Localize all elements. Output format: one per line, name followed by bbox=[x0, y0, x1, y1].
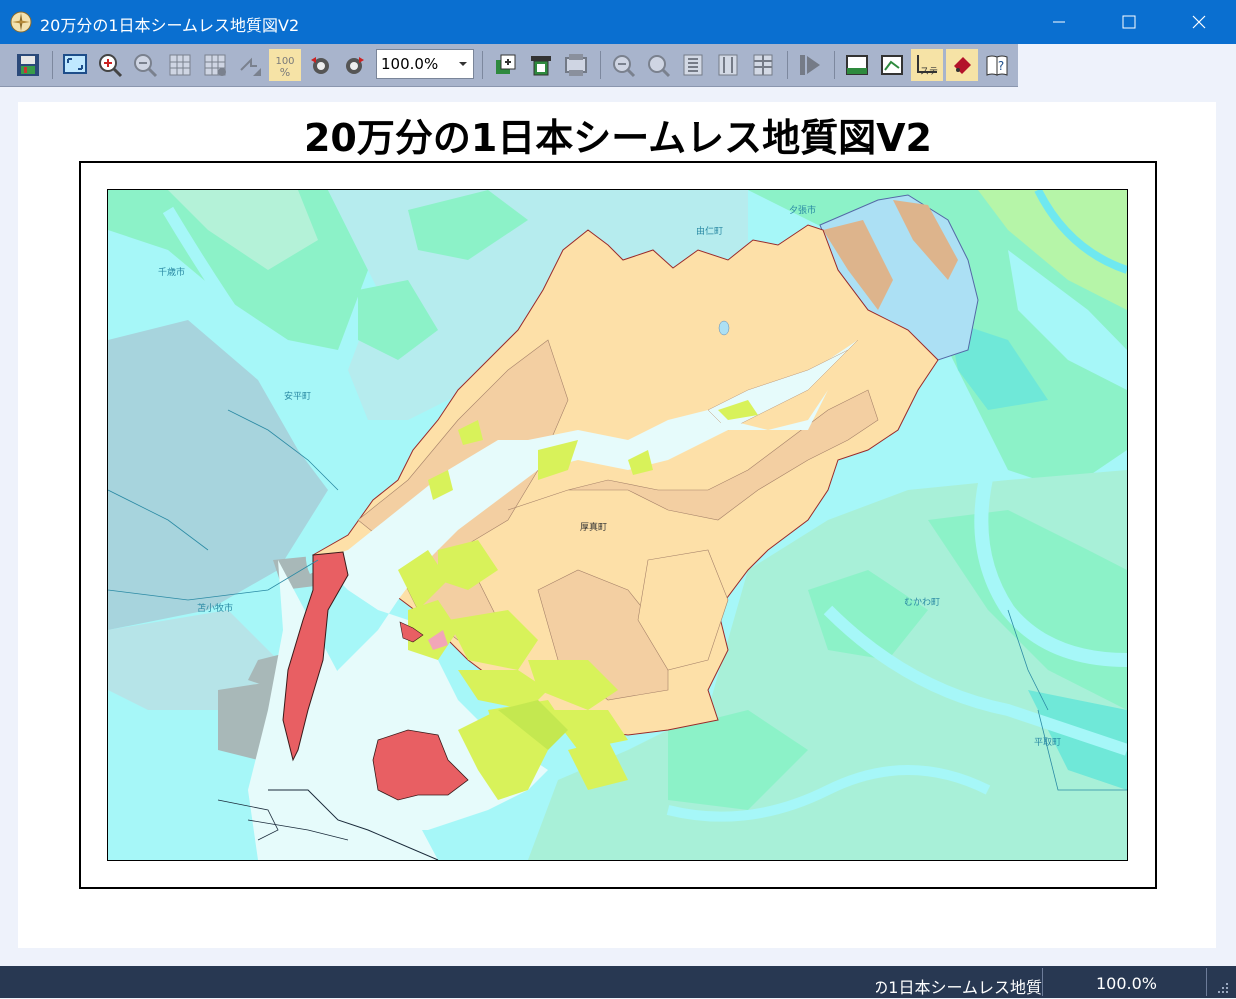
toolbar: 100% ステ ? bbox=[0, 44, 1018, 87]
columns-icon[interactable] bbox=[677, 49, 709, 81]
svg-text:?: ? bbox=[998, 59, 1004, 73]
play-icon[interactable] bbox=[794, 49, 826, 81]
resize-grip-icon[interactable] bbox=[1216, 980, 1230, 999]
label-chitose: 千歳市 bbox=[158, 268, 186, 278]
title-bar: 20万分の1日本シームレス地質図V2 bbox=[0, 0, 1236, 44]
zoom-select[interactable]: 100.0% bbox=[376, 49, 474, 79]
window-layout-icon[interactable] bbox=[841, 49, 873, 81]
status-zoom: 100.0% bbox=[1096, 974, 1158, 993]
minimize-button[interactable] bbox=[1024, 0, 1094, 44]
zoom-out-icon[interactable] bbox=[129, 49, 161, 81]
resize-icon[interactable] bbox=[234, 49, 266, 81]
svg-text:ステ: ステ bbox=[920, 66, 938, 77]
table-icon[interactable] bbox=[747, 49, 779, 81]
fit-page-icon[interactable] bbox=[59, 49, 91, 81]
print-layout-icon[interactable] bbox=[560, 49, 592, 81]
chevron-down-icon[interactable] bbox=[453, 50, 473, 78]
help-icon[interactable]: ? bbox=[981, 49, 1013, 81]
status-toggle-icon[interactable]: ステ bbox=[911, 49, 943, 81]
geologic-map[interactable]: 千歳市 安平町 由仁町 夕張市 苫小牧市 厚真町 むかわ町 平取町 bbox=[107, 189, 1128, 861]
zoom-in-icon[interactable] bbox=[94, 49, 126, 81]
label-abira: 安平町 bbox=[284, 392, 312, 402]
save-icon[interactable] bbox=[12, 49, 44, 81]
maximize-button[interactable] bbox=[1094, 0, 1164, 44]
status-bar: 20万分の1日本シームレス地質 100.0% bbox=[0, 966, 1236, 998]
grid-alt-icon[interactable] bbox=[199, 49, 231, 81]
geologic-map-svg bbox=[108, 190, 1127, 860]
window-title: 20万分の1日本シームレス地質図V2 bbox=[40, 16, 300, 35]
status-document-name: 20万分の1日本シームレス地質 bbox=[876, 978, 1042, 997]
map-settings-icon[interactable] bbox=[876, 49, 908, 81]
rotate-right-icon[interactable] bbox=[339, 49, 371, 81]
label-mukawa: むかわ町 bbox=[904, 598, 941, 608]
marker-icon[interactable] bbox=[946, 49, 978, 81]
search-icon[interactable] bbox=[642, 49, 674, 81]
map-title: 20万分の1日本シームレス地質図V2 bbox=[303, 116, 933, 160]
grid-icon[interactable] bbox=[164, 49, 196, 81]
layer-add-icon[interactable] bbox=[490, 49, 522, 81]
label-tomakomai: 苫小牧市 bbox=[197, 604, 234, 614]
label-yubari: 夕張市 bbox=[789, 206, 817, 216]
rotate-left-icon[interactable] bbox=[304, 49, 336, 81]
svg-text:%: % bbox=[280, 66, 290, 78]
label-yuni: 由仁町 bbox=[696, 227, 724, 237]
app-compass-icon[interactable] bbox=[10, 11, 32, 33]
pan-icon[interactable] bbox=[607, 49, 639, 81]
label-atsuma: 厚真町 bbox=[580, 523, 608, 533]
zoom-100-icon[interactable]: 100% bbox=[269, 49, 301, 81]
close-button[interactable] bbox=[1164, 0, 1234, 44]
print-top-icon[interactable] bbox=[525, 49, 557, 81]
zoom-select-value: 100.0% bbox=[381, 55, 439, 73]
rows-icon[interactable] bbox=[712, 49, 744, 81]
label-hiratori: 平取町 bbox=[1034, 738, 1062, 748]
